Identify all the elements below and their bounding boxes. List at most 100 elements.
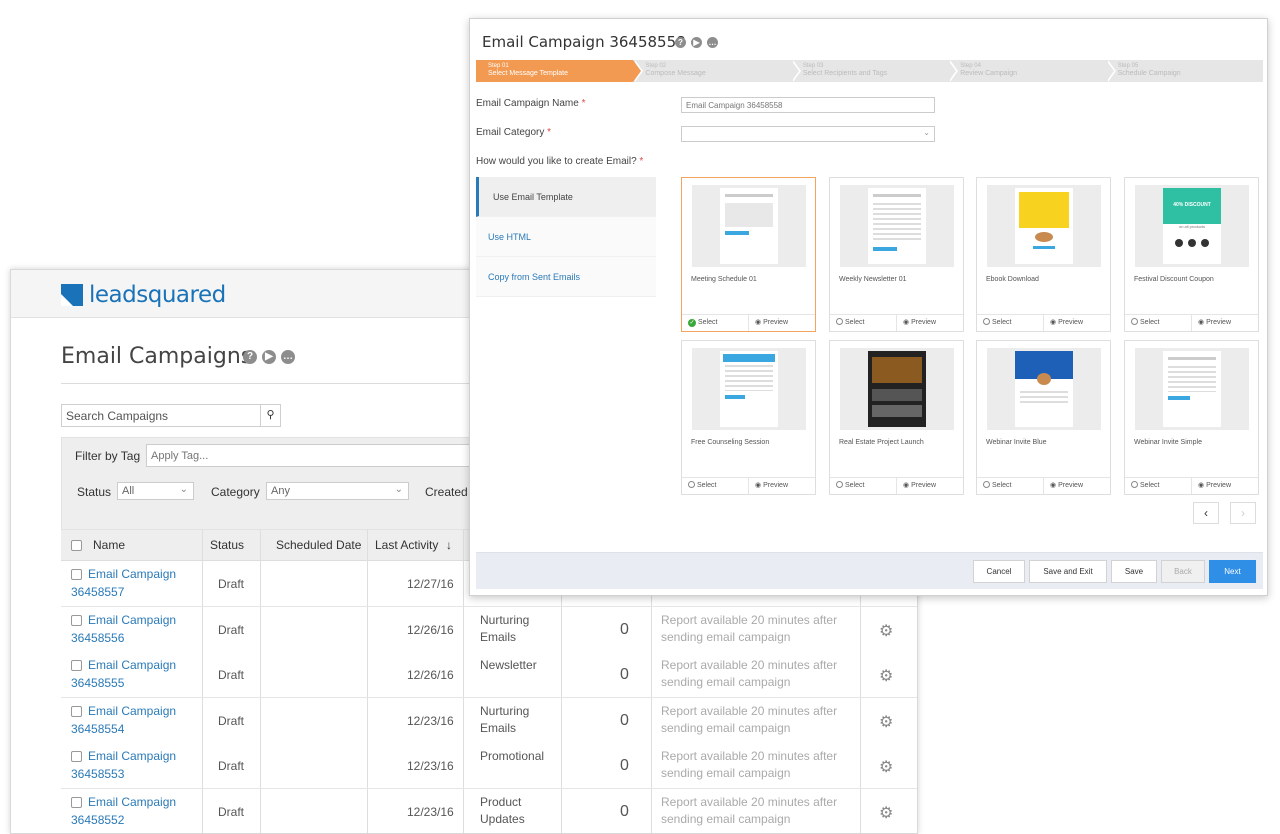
table-row[interactable]: Email Campaign 36458553 Draft 12/23/16 Promo… xyxy=(61,743,917,789)
row-checkbox[interactable] xyxy=(71,705,82,717)
campaign-id-link[interactable]: 36458554 xyxy=(71,722,124,736)
template-card[interactable]: Weekly Newsletter 01 Select ◉ Preview xyxy=(829,177,964,332)
campaign-id-link[interactable]: 36458553 xyxy=(71,767,124,781)
sort-desc-icon[interactable]: ↓ xyxy=(446,530,452,561)
row-checkbox[interactable] xyxy=(71,614,82,626)
campaign-id-link[interactable]: 36458557 xyxy=(71,585,124,599)
wizard-step-4[interactable]: Step 04 Review Campaign xyxy=(948,60,1117,82)
chat-icon[interactable]: … xyxy=(281,350,295,364)
template-card[interactable]: 40% DISCOUNT on all products Festival Disc… xyxy=(1124,177,1259,332)
email-category-select[interactable]: ⌄ xyxy=(681,126,935,142)
template-preview-button[interactable]: ◉ Preview xyxy=(1191,315,1258,331)
template-select-button[interactable]: Select xyxy=(830,478,896,494)
template-card[interactable]: Webinar Invite Blue Select ◉ Preview xyxy=(976,340,1111,495)
play-video-icon[interactable]: ▶ xyxy=(691,37,702,48)
campaign-name-link[interactable]: Email Campaign xyxy=(88,749,176,763)
gear-icon[interactable]: ⚙ xyxy=(879,803,893,823)
column-status[interactable]: Status xyxy=(210,530,244,561)
wizard-step-5[interactable]: Step 05 Schedule Campaign xyxy=(1105,60,1264,82)
gear-icon[interactable]: ⚙ xyxy=(879,621,893,641)
campaign-name-link[interactable]: Email Campaign xyxy=(88,658,176,672)
template-thumbnail[interactable] xyxy=(987,348,1101,430)
leadsquared-logo[interactable]: leadsquared xyxy=(61,282,226,308)
template-select-button[interactable]: Select xyxy=(682,478,748,494)
template-preview-button[interactable]: ◉ Preview xyxy=(748,315,815,331)
template-select-button[interactable]: Select xyxy=(830,315,896,331)
template-select-button[interactable]: Select xyxy=(977,315,1043,331)
template-thumbnail[interactable] xyxy=(692,185,806,267)
table-row[interactable]: Email Campaign 36458554 Draft 12/23/16 Nurtu… xyxy=(61,697,917,744)
table-row[interactable]: Email Campaign 36458552 Draft 12/23/16 Produ… xyxy=(61,788,917,833)
search-input[interactable] xyxy=(62,405,258,426)
save-and-exit-button[interactable]: Save and Exit xyxy=(1029,560,1107,583)
template-select-button[interactable]: Select xyxy=(977,478,1043,494)
campaign-name-link[interactable]: Email Campaign xyxy=(88,613,176,627)
template-select-button[interactable]: Select xyxy=(1125,315,1191,331)
template-thumbnail[interactable] xyxy=(987,185,1101,267)
column-scheduled-date[interactable]: Scheduled Date xyxy=(276,530,361,561)
template-thumbnail[interactable] xyxy=(692,348,806,430)
template-preview-button[interactable]: ◉ Preview xyxy=(748,478,815,494)
radio-circle-icon xyxy=(836,318,843,325)
modal-title-icons: ? ▶ … xyxy=(675,37,718,48)
option-use-html[interactable]: Use HTML xyxy=(476,217,656,257)
category-filter-label: Category xyxy=(211,485,260,499)
gear-icon[interactable]: ⚙ xyxy=(879,666,893,686)
row-checkbox[interactable] xyxy=(71,796,82,808)
template-card[interactable]: Webinar Invite Simple Select ◉ Preview xyxy=(1124,340,1259,495)
template-card[interactable]: Free Counseling Session Select ◉ Preview xyxy=(681,340,816,495)
wizard-step-1[interactable]: Step 01 Select Message Template xyxy=(476,60,644,82)
apply-tag-input[interactable] xyxy=(146,444,486,467)
wizard-steps: Step 01 Select Message Template Step 02 Com… xyxy=(476,60,1264,82)
template-preview-button[interactable]: ◉ Preview xyxy=(896,315,963,331)
template-preview-button[interactable]: ◉ Preview xyxy=(1043,315,1110,331)
next-button[interactable]: Next xyxy=(1209,560,1256,583)
table-row[interactable]: Email Campaign 36458556 Draft 12/26/16 Nurtu… xyxy=(61,606,917,653)
campaign-name-input[interactable] xyxy=(681,97,935,113)
row-checkbox[interactable] xyxy=(71,569,82,580)
template-preview-button[interactable]: ◉ Preview xyxy=(1043,478,1110,494)
template-select-button[interactable]: ✓ Select xyxy=(682,315,748,331)
campaign-name-link[interactable]: Email Campaign xyxy=(88,567,176,581)
gear-icon[interactable]: ⚙ xyxy=(879,712,893,732)
save-button[interactable]: Save xyxy=(1111,560,1157,583)
row-checkbox[interactable] xyxy=(71,751,82,762)
template-card[interactable]: Real Estate Project Launch Select ◉ Preview xyxy=(829,340,964,495)
campaign-name-link[interactable]: Email Campaign xyxy=(88,704,176,718)
gear-icon[interactable]: ⚙ xyxy=(879,757,893,777)
template-thumbnail[interactable] xyxy=(1135,348,1249,430)
column-name[interactable]: Name xyxy=(93,530,125,561)
category-filter-select[interactable]: Any ⌄ xyxy=(266,482,409,500)
pager-prev-button[interactable]: ‹ xyxy=(1193,502,1219,524)
help-icon[interactable]: ? xyxy=(243,350,257,364)
campaign-id-link[interactable]: 36458555 xyxy=(71,676,124,690)
search-icon[interactable]: ⚲ xyxy=(260,405,280,426)
chat-icon[interactable]: … xyxy=(707,37,718,48)
back-button[interactable]: Back xyxy=(1161,560,1205,583)
template-thumbnail[interactable]: 40% DISCOUNT on all products xyxy=(1135,185,1249,267)
campaign-name-link[interactable]: Email Campaign xyxy=(88,795,176,809)
template-card[interactable]: Ebook Download Select ◉ Preview xyxy=(976,177,1111,332)
row-checkbox[interactable] xyxy=(71,660,82,671)
template-card[interactable]: Meeting Schedule 01 ✓ Select ◉ Preview xyxy=(681,177,816,332)
option-use-email-template[interactable]: Use Email Template xyxy=(476,177,656,217)
template-thumbnail[interactable] xyxy=(840,348,954,430)
table-row[interactable]: Email Campaign 36458555 Draft 12/26/16 Newsl… xyxy=(61,652,917,698)
template-select-button[interactable]: Select xyxy=(1125,478,1191,494)
template-preview-button[interactable]: ◉ Preview xyxy=(896,478,963,494)
template-preview-button[interactable]: ◉ Preview xyxy=(1191,478,1258,494)
wizard-step-3[interactable]: Step 03 Select Recipients and Tags xyxy=(790,60,959,82)
column-last-activity[interactable]: Last Activity xyxy=(375,530,438,561)
cancel-button[interactable]: Cancel xyxy=(973,560,1025,583)
status-filter-select[interactable]: All ⌄ xyxy=(117,482,194,500)
wizard-step-2[interactable]: Step 02 Compose Message xyxy=(633,60,802,82)
select-all-checkbox[interactable] xyxy=(71,540,82,551)
option-copy-from-sent-emails[interactable]: Copy from Sent Emails xyxy=(476,257,656,297)
template-thumbnail[interactable] xyxy=(840,185,954,267)
pager-next-button[interactable]: › xyxy=(1230,502,1256,524)
campaign-id-link[interactable]: 36458556 xyxy=(71,631,124,645)
column-divider xyxy=(367,561,368,606)
help-icon[interactable]: ? xyxy=(675,37,686,48)
campaign-id-link[interactable]: 36458552 xyxy=(71,813,124,827)
play-video-icon[interactable]: ▶ xyxy=(262,350,276,364)
